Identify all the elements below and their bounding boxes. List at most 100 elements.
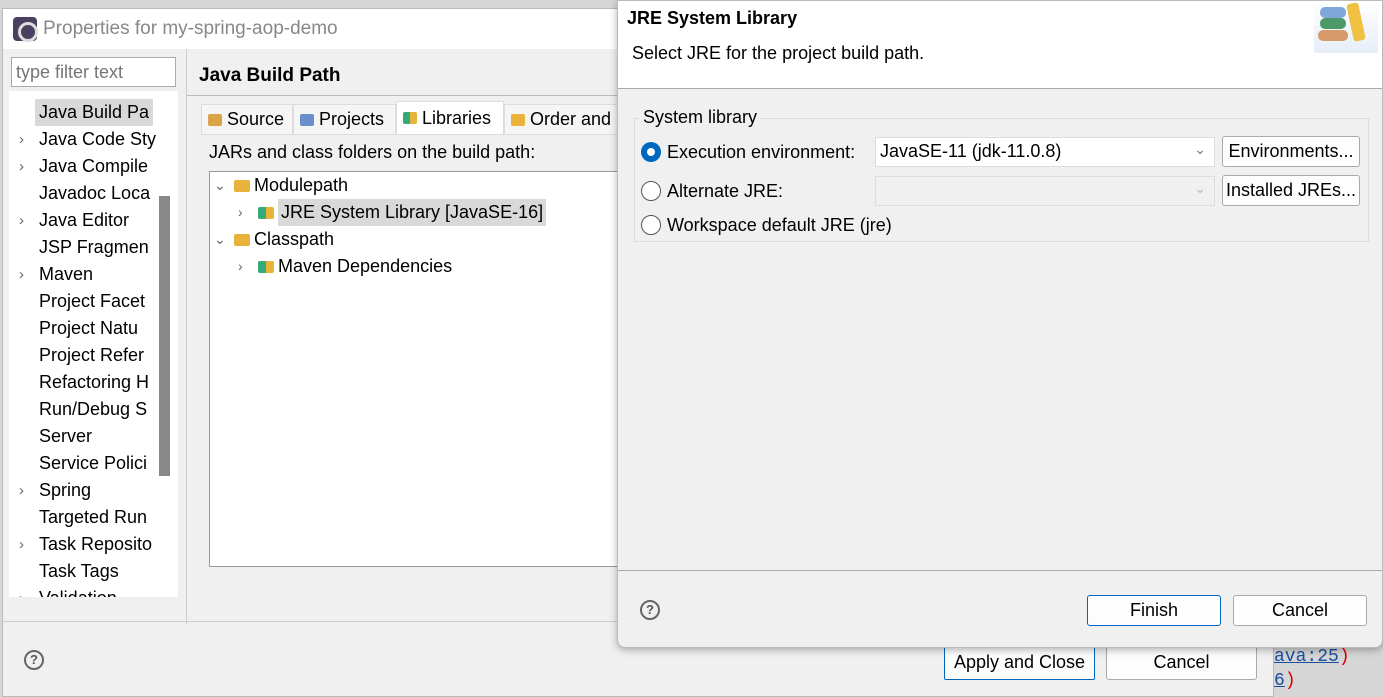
order-arrows-icon (511, 113, 525, 126)
tree-item-label: Project Natu (39, 318, 139, 338)
execution-environment-label: Execution environment: (667, 142, 856, 162)
tree-item[interactable]: › Java Compile (9, 153, 159, 180)
finish-button[interactable]: Finish (1087, 595, 1221, 626)
tree-item-label: Validation (39, 585, 117, 597)
tree-node-modulepath[interactable]: ⌄ Modulepath (214, 172, 348, 199)
tree-item[interactable]: Project Refer (9, 342, 159, 369)
chevron-down-icon[interactable]: ⌄ (214, 226, 230, 253)
editor-console-text: ava:25) 6) (1274, 645, 1350, 693)
chevron-right-icon[interactable]: › (238, 253, 254, 280)
tree-item-label: Refactoring H (39, 372, 150, 392)
tree-item-label: Run/Debug S (39, 399, 148, 419)
chevron-right-icon[interactable]: › (19, 477, 24, 504)
tree-item[interactable]: › Task Reposito (9, 531, 159, 558)
tree-item-label: Targeted Run (39, 507, 148, 527)
tree-item-label: Java Build Pa (35, 99, 154, 126)
tree-item[interactable]: › Spring (9, 477, 159, 504)
tree-item[interactable]: › Maven (9, 261, 159, 288)
path-icon (234, 233, 250, 246)
tree-item[interactable]: › Validation (9, 585, 159, 597)
properties-tree: Java Build Pa › Java Code Sty › Java Compile… (9, 91, 178, 597)
environments-button[interactable]: Environments... (1222, 136, 1360, 167)
installed-jres-button[interactable]: Installed JREs... (1222, 175, 1360, 206)
tree-node-jre-system-library[interactable]: › JRE System Library [JavaSE-16] (238, 199, 547, 226)
selected-value: JavaSE-11 (jdk-11.0.8) (880, 141, 1062, 161)
cancel-button[interactable]: Cancel (1233, 595, 1367, 626)
workspace-default-label: Workspace default JRE (jre) (667, 215, 892, 235)
tree-item-label: Project Refer (39, 345, 145, 365)
chevron-down-icon: ⌄ (1194, 180, 1206, 196)
tree-item[interactable]: Refactoring H (9, 369, 159, 396)
stack-link[interactable]: ava:25 (1274, 647, 1339, 667)
divider (186, 49, 187, 624)
page-title: Java Build Path (199, 65, 341, 86)
tree-node-classpath[interactable]: ⌄ Classpath (214, 226, 334, 253)
tree-item-label: Java Editor (39, 210, 130, 230)
chevron-right-icon[interactable]: › (238, 199, 254, 226)
tab-source[interactable]: Source (201, 104, 293, 135)
filter-input[interactable] (11, 57, 176, 87)
tree-item-label: Javadoc Loca (39, 183, 151, 203)
tree-item[interactable]: Service Polici (9, 450, 159, 477)
library-icon (258, 260, 274, 273)
tree-item-label: Java Code Sty (39, 129, 157, 149)
tree-item-label: Task Reposito (39, 534, 153, 554)
alternate-jre-label: Alternate JRE: (667, 181, 784, 201)
alternate-jre-radio[interactable] (641, 181, 661, 201)
window-title: Properties for my-spring-aop-demo (43, 18, 338, 39)
chevron-right-icon[interactable]: › (19, 585, 24, 597)
tree-item[interactable]: › Java Code Sty (9, 126, 159, 153)
chevron-right-icon[interactable]: › (19, 153, 24, 180)
divider (618, 570, 1382, 571)
tree-item[interactable]: Project Facet (9, 288, 159, 315)
tree-item-label: JSP Fragmen (39, 237, 149, 257)
chevron-down-icon[interactable]: ⌄ (214, 172, 230, 199)
paren: ) (1338, 647, 1350, 667)
tree-item[interactable]: › Java Editor (9, 207, 159, 234)
group-label: System library (640, 107, 761, 128)
tree-item-label: Maven (39, 264, 94, 284)
chevron-right-icon[interactable]: › (19, 261, 24, 288)
build-path-tree: ⌄ Modulepath › JRE System Library [JavaSE-… (209, 171, 629, 567)
tree-item-label: Server (39, 426, 93, 446)
library-icon (258, 206, 274, 219)
workspace-default-radio[interactable] (641, 215, 661, 235)
tree-item-label: Project Facet (39, 291, 146, 311)
tree-item[interactable]: Server (9, 423, 159, 450)
vertical-scrollbar[interactable] (159, 196, 170, 476)
chevron-right-icon[interactable]: › (19, 531, 24, 558)
tree-item[interactable]: JSP Fragmen (9, 234, 159, 261)
library-books-icon (1314, 1, 1378, 53)
tab-projects[interactable]: Projects (293, 104, 396, 135)
tree-item[interactable]: Task Tags (9, 558, 159, 585)
tree-item[interactable]: Run/Debug S (9, 396, 159, 423)
help-icon[interactable]: ? (24, 650, 44, 670)
tab-libraries[interactable]: Libraries (396, 101, 504, 135)
alternate-jre-select[interactable]: ⌄ (875, 176, 1215, 206)
jars-label: JARs and class folders on the build path… (209, 142, 536, 162)
tree-item-label: Java Compile (39, 156, 149, 176)
jre-system-library-dialog: JRE System Library Select JRE for the pr… (617, 0, 1383, 648)
tree-item[interactable]: Javadoc Loca (9, 180, 159, 207)
tree-item-label: Spring (39, 480, 92, 500)
tree-item-label: Task Tags (39, 561, 119, 581)
tab-order-export[interactable]: Order and (504, 104, 624, 135)
wizard-title: JRE System Library (627, 8, 798, 28)
tree-item[interactable]: Project Natu (9, 315, 159, 342)
tree-item[interactable]: Targeted Run (9, 504, 159, 531)
execution-environment-select[interactable]: JavaSE-11 (jdk-11.0.8) ⌄ (875, 137, 1215, 167)
chevron-right-icon[interactable]: › (19, 126, 24, 153)
help-icon[interactable]: ? (640, 600, 660, 620)
cancel-button[interactable]: Cancel (1106, 645, 1257, 680)
stack-link[interactable]: 6 (1274, 671, 1285, 691)
apply-and-close-button[interactable]: Apply and Close (944, 645, 1095, 680)
chevron-right-icon[interactable]: › (19, 207, 24, 234)
eclipse-gear-icon (13, 17, 38, 42)
wizard-subtitle: Select JRE for the project build path. (632, 43, 925, 63)
tree-node-maven-dependencies[interactable]: › Maven Dependencies (238, 253, 452, 280)
tree-item[interactable]: Java Build Pa (9, 99, 159, 126)
execution-environment-radio[interactable] (641, 142, 661, 162)
folder-icon (300, 113, 314, 126)
paren: ) (1284, 671, 1296, 691)
chevron-down-icon: ⌄ (1194, 141, 1206, 157)
